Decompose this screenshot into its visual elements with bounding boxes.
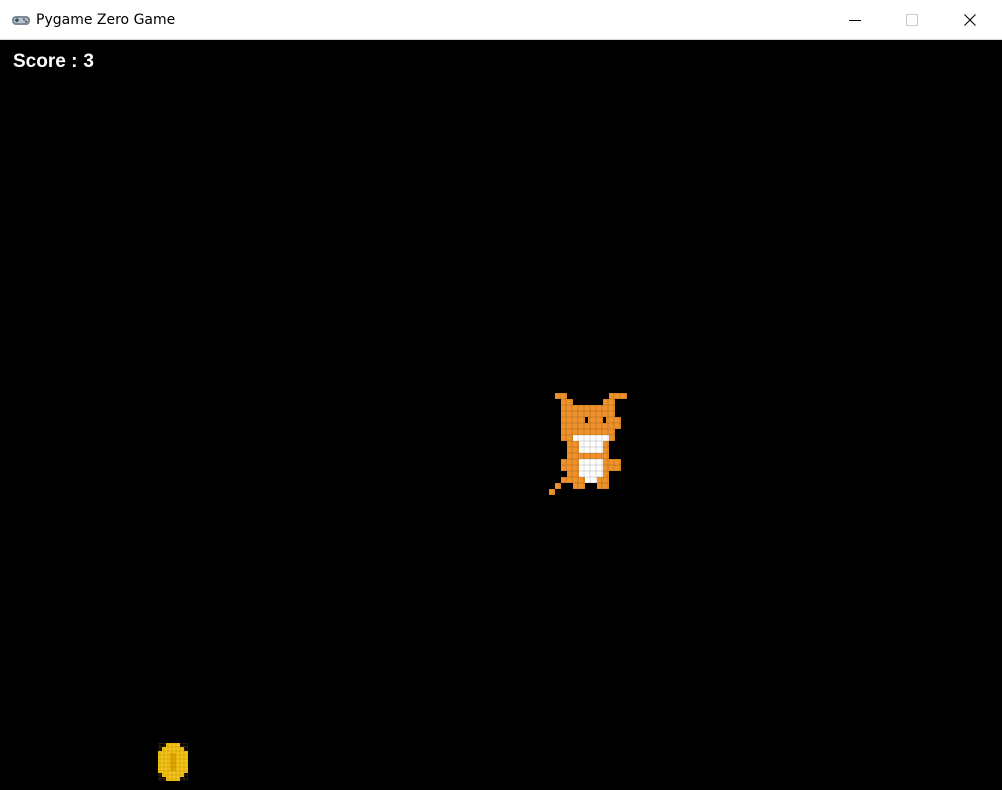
- title-bar[interactable]: Pygame Zero Game: [0, 0, 1002, 40]
- score-display: Score :3: [13, 51, 94, 73]
- minimize-icon: [849, 20, 861, 21]
- game-window: Pygame Zero Game Score :3: [0, 0, 1002, 790]
- score-label: Score :: [13, 51, 78, 72]
- maximize-icon: [906, 14, 918, 26]
- maximize-button[interactable]: [883, 0, 941, 40]
- close-icon: [964, 14, 976, 26]
- game-canvas[interactable]: Score :3: [0, 40, 1002, 790]
- player-cat-sprite: [549, 393, 627, 495]
- window-title: Pygame Zero Game: [36, 12, 176, 28]
- gold-coin-sprite: [158, 743, 188, 781]
- close-button[interactable]: [941, 0, 999, 40]
- score-value: 3: [83, 51, 94, 72]
- minimize-button[interactable]: [826, 0, 884, 40]
- gamepad-icon: [12, 16, 30, 25]
